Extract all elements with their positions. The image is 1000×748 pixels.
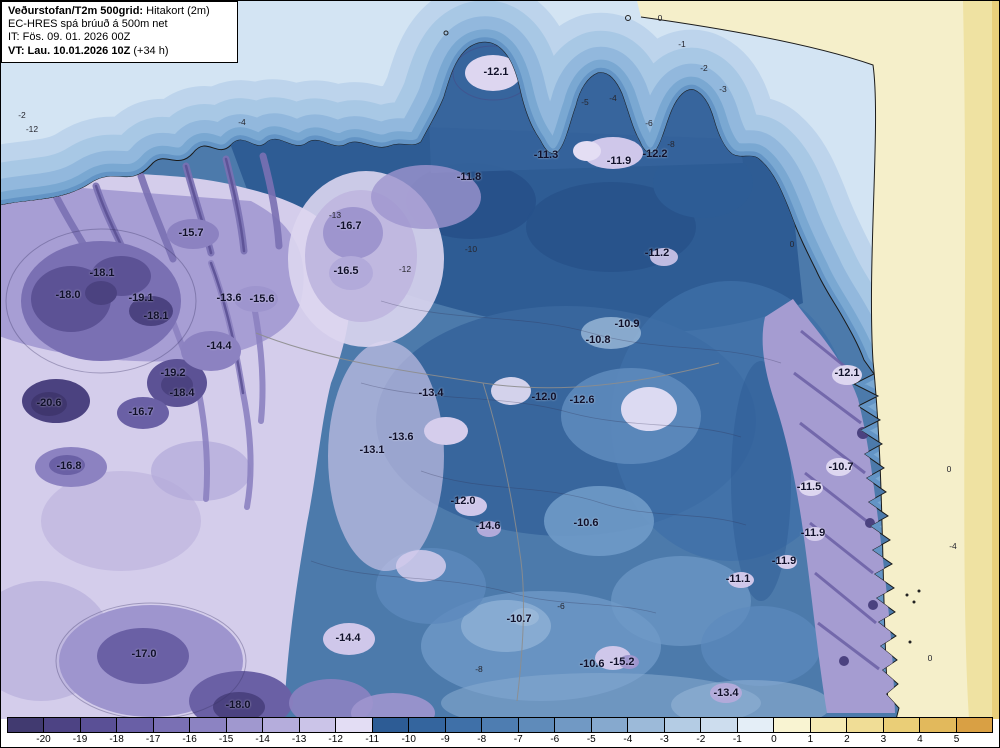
colorbar-tick-label: -18	[109, 734, 123, 745]
colorbar-segment	[372, 718, 408, 732]
colorbar-tick-label: -4	[623, 734, 632, 745]
colorbar-segment	[627, 718, 663, 732]
colorbar-tick-label: -3	[660, 734, 669, 745]
colorbar-segment	[773, 718, 809, 732]
colorbar-segment	[43, 718, 79, 732]
colorbar-segment	[335, 718, 371, 732]
colorbar-segment	[445, 718, 481, 732]
colorbar-segment	[591, 718, 627, 732]
colorbar-tick-label: 4	[917, 734, 923, 745]
colorbar-tick-label: 3	[881, 734, 887, 745]
colorbar-tick-label: -13	[292, 734, 306, 745]
colorbar-tick-label: -20	[36, 734, 50, 745]
colorbar-segment	[116, 718, 152, 732]
colorbar-tick-label: -11	[365, 734, 379, 745]
colorbar-segment	[226, 718, 262, 732]
colorbar-tick-label: -6	[550, 734, 559, 745]
colorbar-tick-label: -5	[587, 734, 596, 745]
colorbar-tick-label: -12	[328, 734, 342, 745]
colorbar-tick-label: -2	[696, 734, 705, 745]
colorbar-tick-label: 0	[771, 734, 777, 745]
forecast-header: Veðurstofan/T2m 500grid: Hitakort (2m) E…	[1, 1, 238, 63]
valid-time-label: VT: Lau. 10.01.2026 10Z	[8, 45, 130, 57]
lead-time-label: (+34 h)	[130, 45, 168, 57]
colorbar-tick-label: -8	[477, 734, 486, 745]
colorbar-segment	[846, 718, 882, 732]
colorbar: -20-19-18-17-16-15-14-13-12-11-10-9-8-7-…	[7, 717, 993, 747]
weather-map-screen: 0-1-2-3-4-5-6-8-2-4-12-13-12-1000-40-6-8…	[0, 0, 1000, 748]
colorbar-tick-label: 2	[844, 734, 850, 745]
colorbar-tick-label: -17	[146, 734, 160, 745]
colorbar-segment	[189, 718, 225, 732]
colorbar-segment	[700, 718, 736, 732]
header-line-1: Veðurstofan/T2m 500grid: Hitakort (2m)	[8, 5, 231, 18]
colorbar-segment	[481, 718, 517, 732]
colorbar-segment	[299, 718, 335, 732]
colorbar-tick-label: 1	[808, 734, 814, 745]
header-line-2: EC-HRES spá brúuð á 500m net	[8, 18, 231, 31]
colorbar-tick-label: -16	[182, 734, 196, 745]
colorbar-segment	[919, 718, 955, 732]
model-title: Veðurstofan/T2m 500grid:	[8, 5, 143, 17]
colorbar-segment	[554, 718, 590, 732]
colorbar-segment	[518, 718, 554, 732]
colorbar-segment	[262, 718, 298, 732]
colorbar-segment	[737, 718, 773, 732]
colorbar-segment	[810, 718, 846, 732]
colorbar-tick-label: -9	[441, 734, 450, 745]
colorbar-tick-label: 5	[954, 734, 960, 745]
header-line-4: VT: Lau. 10.01.2026 10Z (+34 h)	[8, 45, 231, 58]
colorbar-tick-label: -15	[219, 734, 233, 745]
map-canvas	[1, 1, 1000, 719]
colorbar-tick-label: -1	[733, 734, 742, 745]
colorbar-segment	[408, 718, 444, 732]
colorbar-segment	[153, 718, 189, 732]
colorbar-ticks: -20-19-18-17-16-15-14-13-12-11-10-9-8-7-…	[7, 734, 993, 747]
colorbar-segments	[7, 717, 993, 733]
header-line-3: IT: Fös. 09. 01. 2026 00Z	[8, 31, 231, 44]
colorbar-tick-label: -19	[73, 734, 87, 745]
map-type-label: Hitakort (2m)	[143, 5, 210, 17]
colorbar-segment	[883, 718, 919, 732]
colorbar-segment	[664, 718, 700, 732]
colorbar-segment	[80, 718, 116, 732]
colorbar-tick-label: -7	[514, 734, 523, 745]
colorbar-segment	[956, 718, 992, 732]
colorbar-segment	[8, 718, 43, 732]
colorbar-tick-label: -10	[401, 734, 415, 745]
colorbar-tick-label: -14	[255, 734, 269, 745]
